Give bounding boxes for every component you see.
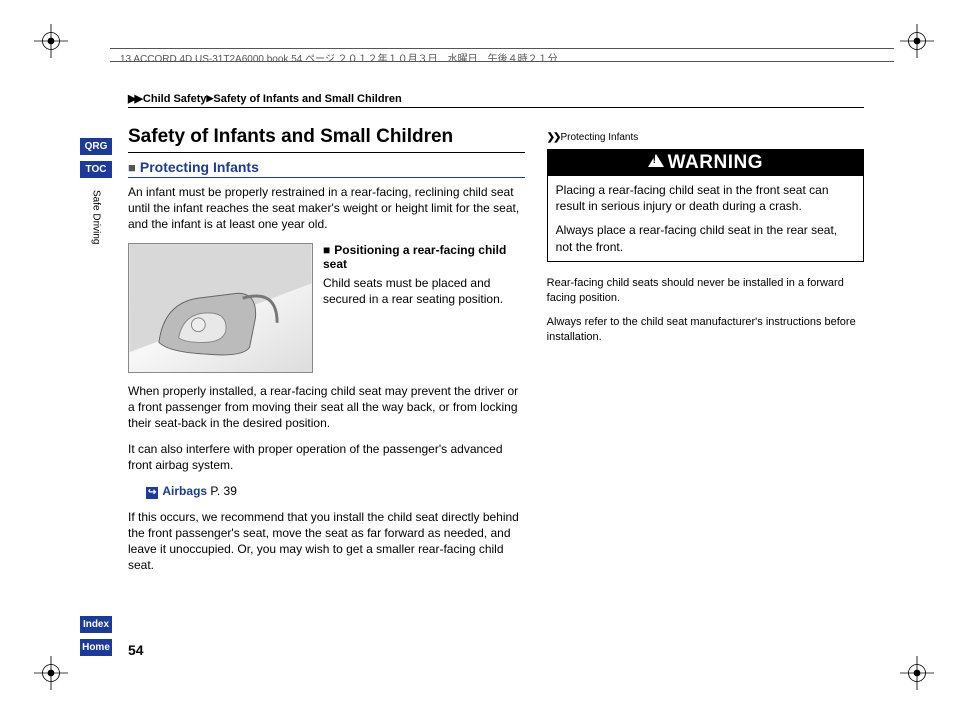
body-paragraph: When properly installed, a rear-facing c… [128, 383, 525, 432]
warning-paragraph: Always place a rear-facing child seat in… [556, 222, 855, 254]
crop-mark-icon [34, 24, 68, 58]
crop-mark-icon [900, 24, 934, 58]
warning-head-text: WARNING [668, 152, 763, 173]
page-title: Safety of Infants and Small Children [128, 126, 525, 153]
nav-home-button[interactable]: Home [80, 639, 112, 656]
crop-mark-icon [900, 656, 934, 690]
print-header-line: 13 ACCORD 4D US-31T2A6000.book 54 ページ ２０… [110, 48, 894, 62]
xref-page: P. 39 [210, 484, 236, 498]
warning-triangle-icon [648, 154, 664, 167]
breadcrumb-arrow-icon: ▶▶ [128, 93, 141, 105]
square-bullet-icon: ■ [323, 243, 330, 257]
figure-title-text: Positioning a rear-facing child seat [323, 243, 506, 271]
figure-label: ■Positioning a rear-facing child seat [323, 243, 525, 271]
figure-caption: Child seats must be placed and secured i… [323, 275, 525, 307]
square-bullet-icon: ■ [128, 160, 136, 175]
breadcrumb-l2: Safety of Infants and Small Children [213, 93, 401, 105]
warning-box: WARNING Placing a rear-facing child seat… [547, 149, 864, 262]
breadcrumb: ▶▶Child Safety▶Safety of Infants and Sma… [128, 92, 864, 108]
side-crumb: ❯❯Protecting Infants [547, 132, 864, 143]
xref-label: Airbags [162, 484, 207, 498]
body-paragraph: It can also interfere with proper operat… [128, 441, 525, 473]
warning-heading: WARNING [548, 150, 863, 176]
airbags-xref-link[interactable]: ↪ Airbags P. 39 [146, 484, 525, 499]
warning-paragraph: Placing a rear-facing child seat in the … [556, 182, 855, 214]
nav-qrg-button[interactable]: QRG [80, 138, 112, 155]
breadcrumb-l1: Child Safety [143, 93, 207, 105]
section-label: Safe Driving [91, 184, 102, 250]
page-number: 54 [128, 642, 144, 658]
intro-paragraph: An infant must be properly restrained in… [128, 184, 525, 233]
side-note: Rear-facing child seats should never be … [547, 276, 864, 306]
double-arrow-icon: ❯❯ [547, 132, 560, 143]
crop-mark-icon [34, 656, 68, 690]
side-note: Always refer to the child seat manufactu… [547, 315, 864, 345]
subsection-title-text: Protecting Infants [140, 159, 259, 175]
xref-icon: ↪ [146, 487, 158, 499]
subsection-heading: ■ Protecting Infants [128, 159, 525, 178]
nav-toc-button[interactable]: TOC [80, 161, 112, 178]
side-crumb-text: Protecting Infants [560, 132, 638, 143]
child-seat-illustration [128, 243, 313, 373]
nav-index-button[interactable]: Index [80, 616, 112, 633]
body-paragraph: If this occurs, we recommend that you in… [128, 509, 525, 574]
